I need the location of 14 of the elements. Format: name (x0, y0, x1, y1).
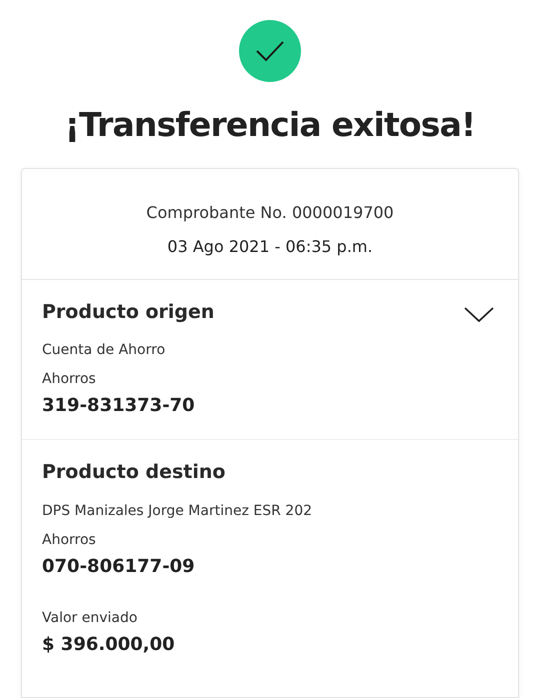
field-value: 319-831373-70 (42, 394, 195, 418)
section-heading: Producto destino (42, 460, 226, 485)
page-title: ¡Transferencia exitosa! (64, 104, 476, 146)
field-label: Cuenta de Ahorro (42, 341, 166, 360)
field-value: 070-806177-09 (42, 554, 195, 578)
field-label: Ahorros (42, 370, 96, 389)
chevron-down-icon[interactable] (464, 306, 494, 323)
field-value: $ 396.000,00 (42, 632, 175, 656)
receipt-date: 03 Ago 2021 - 06:35 p.m. (167, 236, 373, 258)
field-label: DPS Manizales Jorge Martinez ESR 202 (42, 502, 312, 520)
receipt-number: Comprobante No. 0000019700 (146, 202, 394, 224)
field-label: Valor enviado (42, 608, 138, 628)
section-heading: Producto origen (42, 300, 214, 324)
field-label: Ahorros (42, 530, 96, 550)
